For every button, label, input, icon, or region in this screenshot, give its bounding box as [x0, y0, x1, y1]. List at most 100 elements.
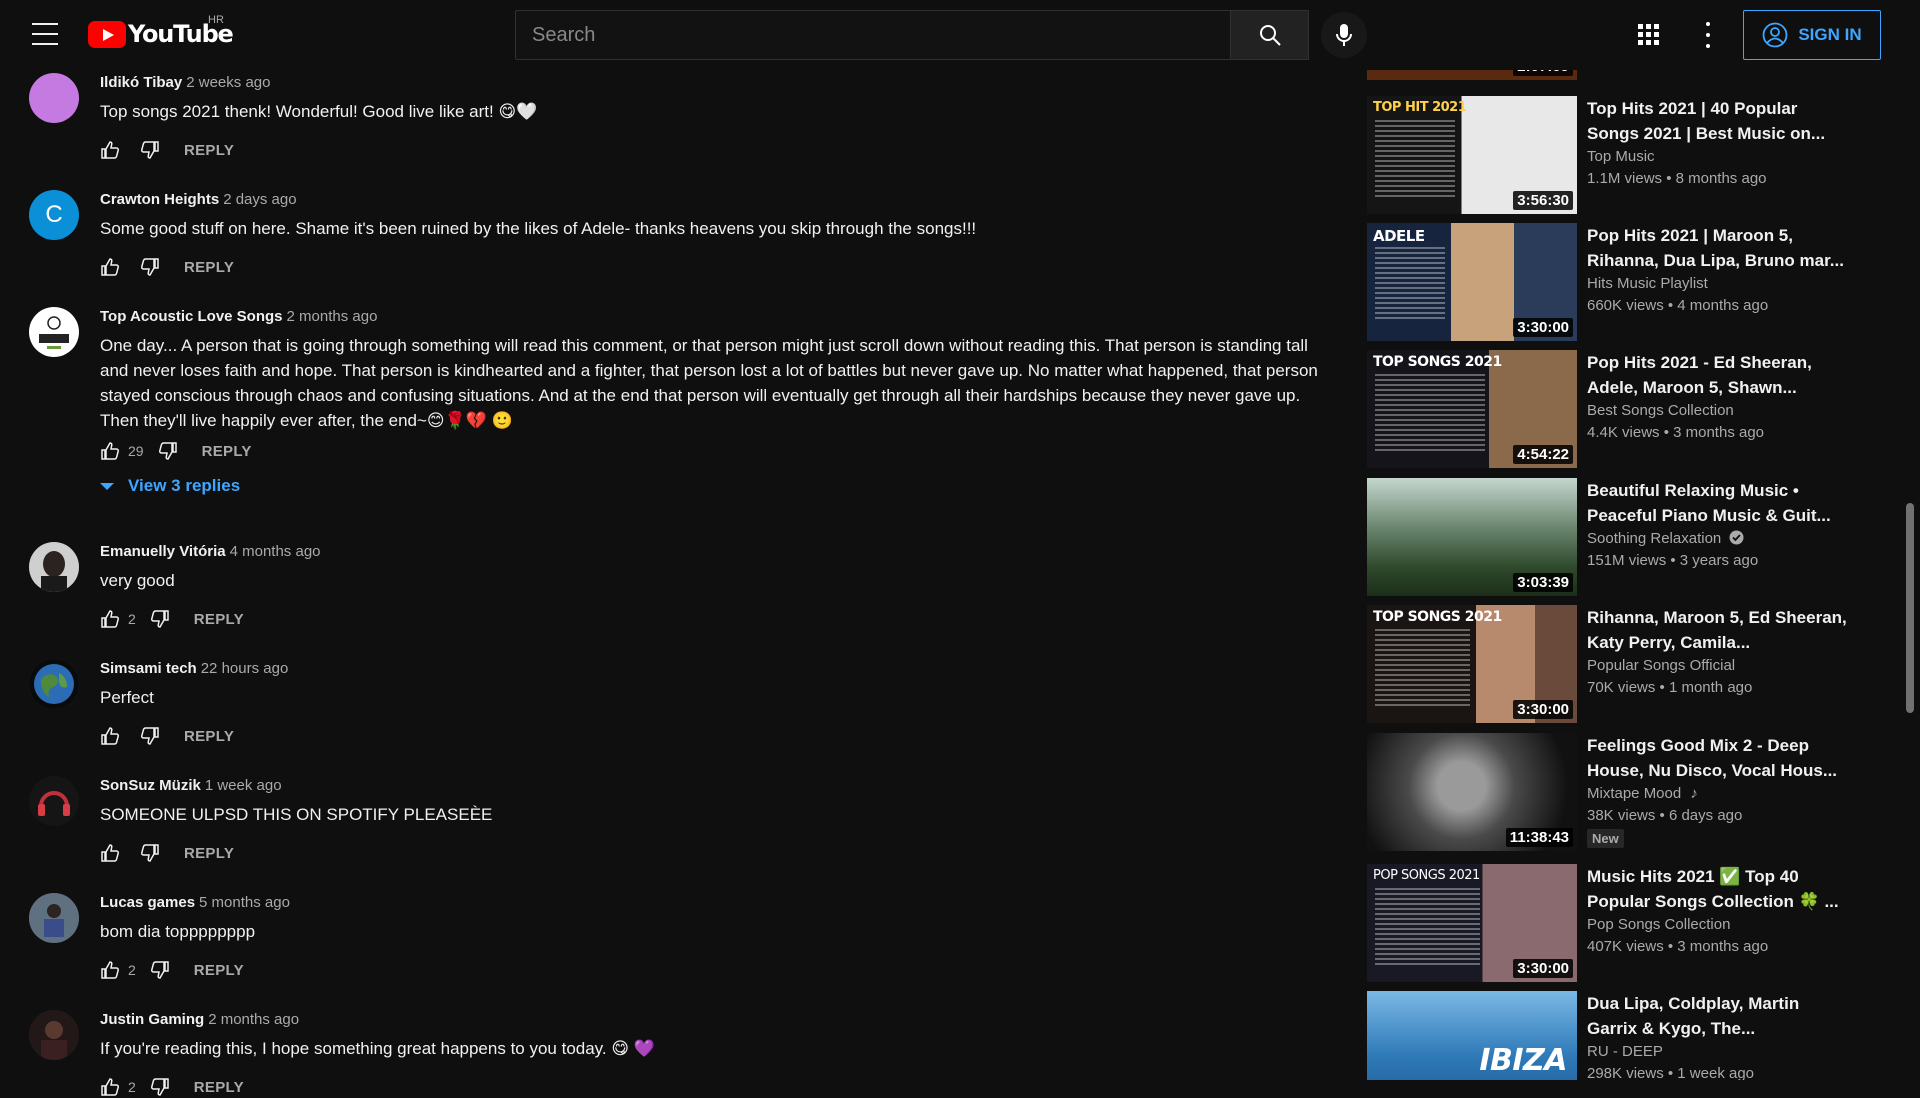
- avatar[interactable]: C: [29, 190, 79, 240]
- view-replies-button[interactable]: View 3 replies: [100, 476, 240, 496]
- reply-button[interactable]: REPLY: [184, 728, 234, 745]
- avatar[interactable]: [29, 659, 79, 709]
- reply-button[interactable]: REPLY: [194, 962, 244, 979]
- video-thumbnail[interactable]: IBIZA: [1367, 991, 1577, 1080]
- channel-name[interactable]: RU - DEEP: [1587, 1043, 1663, 1060]
- related-video-item[interactable]: 11:38:43 Feelings Good Mix 2 - Deep Hous…: [1367, 733, 1867, 851]
- like-icon[interactable]: [100, 257, 120, 277]
- related-video-item[interactable]: TOP HIT 2021 3:56:30 Top Hits 2021 | 40 …: [1367, 96, 1867, 214]
- related-video-item[interactable]: POP SONGS 2021 3:30:00 Music Hits 2021 ✅…: [1367, 864, 1867, 982]
- like-icon[interactable]: [100, 441, 120, 461]
- video-thumbnail[interactable]: TOP HIT 2021 3:56:30: [1367, 96, 1577, 214]
- video-thumbnail[interactable]: 11:38:43: [1367, 733, 1577, 851]
- sign-in-button[interactable]: SIGN IN: [1743, 10, 1881, 60]
- search-button[interactable]: [1231, 10, 1309, 60]
- voice-search-button[interactable]: [1321, 12, 1367, 58]
- video-title[interactable]: Rihanna, Maroon 5, Ed Sheeran, Katy Perr…: [1587, 605, 1847, 655]
- comment-author[interactable]: Top Acoustic Love Songs: [100, 308, 283, 325]
- reply-button[interactable]: REPLY: [184, 142, 234, 159]
- video-title[interactable]: Top Hits 2021 | 40 Popular Songs 2021 | …: [1587, 96, 1847, 146]
- like-icon[interactable]: [100, 609, 120, 629]
- video-title[interactable]: Beautiful Relaxing Music • Peaceful Pian…: [1587, 478, 1847, 528]
- reply-button[interactable]: REPLY: [184, 259, 234, 276]
- dislike-icon[interactable]: [140, 726, 160, 746]
- related-video-item[interactable]: IBIZA Dua Lipa, Coldplay, Martin Garrix …: [1367, 991, 1867, 1080]
- video-thumbnail[interactable]: TOP SONGS 2021 4:54:22: [1367, 350, 1577, 468]
- like-icon[interactable]: [100, 960, 120, 980]
- channel-name[interactable]: Best Songs Collection: [1587, 402, 1734, 419]
- love-songs-logo-icon: [39, 316, 69, 349]
- comment-author[interactable]: Justin Gaming: [100, 1011, 204, 1028]
- like-icon[interactable]: [100, 140, 120, 160]
- video-thumbnail[interactable]: TOP SONGS 2021 3:30:00: [1367, 605, 1577, 723]
- apps-grid-icon[interactable]: [1636, 22, 1662, 48]
- scrollbar-thumb[interactable]: [1906, 503, 1914, 713]
- comment-time[interactable]: 5 months ago: [199, 894, 290, 911]
- like-icon[interactable]: [100, 1077, 120, 1097]
- video-thumbnail[interactable]: ADELE 3:30:00: [1367, 223, 1577, 341]
- channel-name[interactable]: Popular Songs Official: [1587, 657, 1735, 674]
- sign-in-label: SIGN IN: [1798, 25, 1862, 44]
- comment-author[interactable]: Crawton Heights: [100, 191, 219, 208]
- comment-time[interactable]: 22 hours ago: [201, 660, 289, 677]
- avatar[interactable]: [29, 307, 79, 357]
- avatar[interactable]: [29, 893, 79, 943]
- dislike-icon[interactable]: [150, 960, 170, 980]
- channel-name[interactable]: Mixtape Mood ♪: [1587, 785, 1698, 802]
- reply-button[interactable]: REPLY: [184, 845, 234, 862]
- video-title[interactable]: Pop Hits 2021 - Ed Sheeran, Adele, Maroo…: [1587, 350, 1847, 400]
- related-video-item[interactable]: TOP SONGS 2021 3:30:00 Rihanna, Maroon 5…: [1367, 605, 1867, 723]
- dislike-icon[interactable]: [158, 441, 178, 461]
- like-count: 29: [128, 443, 144, 459]
- video-metadata: 70K views • 1 month ago: [1587, 679, 1753, 696]
- dislike-icon[interactable]: [140, 140, 160, 160]
- video-title[interactable]: Feelings Good Mix 2 - Deep House, Nu Dis…: [1587, 733, 1847, 783]
- avatar[interactable]: [29, 542, 79, 592]
- reply-button[interactable]: REPLY: [202, 443, 252, 460]
- profile-photo-icon: [29, 893, 79, 943]
- search-input[interactable]: [516, 11, 1230, 59]
- channel-name[interactable]: Hits Music Playlist: [1587, 275, 1708, 292]
- reply-button[interactable]: REPLY: [194, 1079, 244, 1096]
- comment-author[interactable]: Lucas games: [100, 894, 195, 911]
- avatar[interactable]: [29, 1010, 79, 1060]
- video-thumbnail[interactable]: POP SONGS 2021 3:30:00: [1367, 864, 1577, 982]
- channel-name[interactable]: Pop Songs Collection: [1587, 916, 1730, 933]
- comment-time[interactable]: 1 week ago: [205, 777, 282, 794]
- channel-name[interactable]: Top Music: [1587, 148, 1655, 165]
- comment-time[interactable]: 2 months ago: [287, 308, 378, 325]
- avatar[interactable]: [29, 73, 79, 123]
- avatar[interactable]: [29, 776, 79, 826]
- comment-author[interactable]: Simsami tech: [100, 660, 197, 677]
- dislike-icon[interactable]: [140, 843, 160, 863]
- dislike-icon[interactable]: [140, 257, 160, 277]
- comment-time[interactable]: 2 weeks ago: [186, 74, 270, 91]
- comment-author[interactable]: SonSuz Müzik: [100, 777, 201, 794]
- related-video-item[interactable]: ADELE 3:30:00 Pop Hits 2021 | Maroon 5, …: [1367, 223, 1867, 341]
- video-title[interactable]: Pop Hits 2021 | Maroon 5, Rihanna, Dua L…: [1587, 223, 1847, 273]
- video-title[interactable]: Music Hits 2021 ✅ Top 40 Popular Songs C…: [1587, 864, 1847, 914]
- comment-author[interactable]: Emanuelly Vitória: [100, 543, 226, 560]
- comment-time[interactable]: 2 days ago: [223, 191, 296, 208]
- profile-photo-icon: [29, 542, 79, 592]
- dislike-icon[interactable]: [150, 609, 170, 629]
- channel-name[interactable]: Soothing Relaxation: [1587, 530, 1744, 547]
- headphones-avatar-icon: [29, 776, 79, 826]
- like-icon[interactable]: [100, 843, 120, 863]
- reply-button[interactable]: REPLY: [194, 611, 244, 628]
- comment-text: One day... A person that is going throug…: [100, 336, 1318, 430]
- comment-time[interactable]: 2 months ago: [208, 1011, 299, 1028]
- search-box: [515, 10, 1231, 60]
- dislike-icon[interactable]: [150, 1077, 170, 1097]
- more-options-icon[interactable]: [1700, 22, 1716, 48]
- video-title[interactable]: Dua Lipa, Coldplay, Martin Garrix & Kygo…: [1587, 991, 1847, 1041]
- guide-menu-icon[interactable]: [32, 23, 58, 45]
- video-metadata: 298K views • 1 week ago: [1587, 1065, 1755, 1080]
- comment-time[interactable]: 4 months ago: [230, 543, 321, 560]
- related-video-item[interactable]: 3:03:39 Beautiful Relaxing Music • Peace…: [1367, 478, 1867, 596]
- youtube-logo[interactable]: YouTube HR: [88, 14, 234, 48]
- comment-author[interactable]: Ildikó Tibay: [100, 74, 182, 91]
- like-icon[interactable]: [100, 726, 120, 746]
- related-video-item[interactable]: TOP SONGS 2021 4:54:22 Pop Hits 2021 - E…: [1367, 350, 1867, 468]
- video-thumbnail[interactable]: 3:03:39: [1367, 478, 1577, 596]
